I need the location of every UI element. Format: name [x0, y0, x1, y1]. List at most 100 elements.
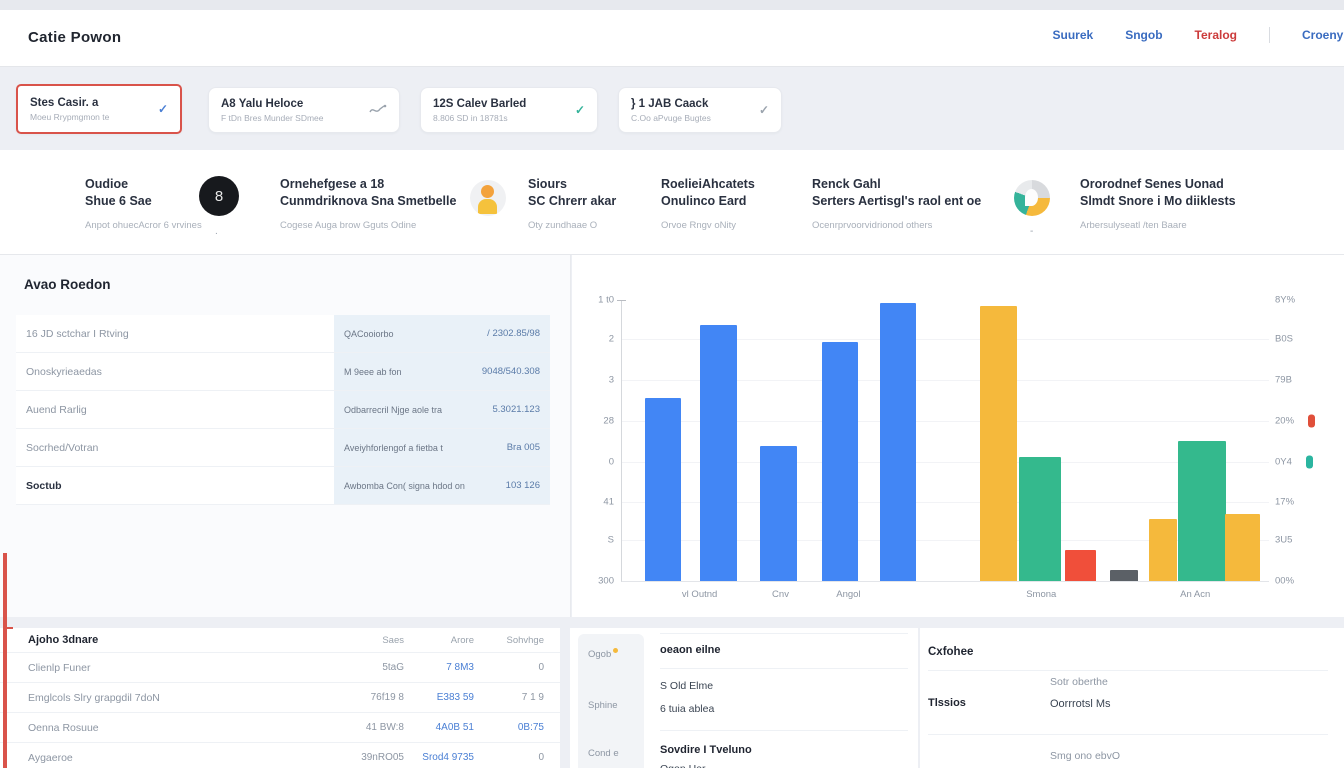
summary-row-value-cell: QACooiorbo/ 2302.85/98: [334, 315, 550, 352]
y-axis-right-text: 8Y%: [1275, 295, 1295, 306]
feature-item-1: OudioeShue 6 SaeAnpot ohuecAcror 6 vrvin…: [85, 176, 202, 231]
summary-row-value: / 2302.85/98: [487, 328, 540, 339]
summary-row-value-cell: Odbarrecril Njge aole tra 5.3021.123: [334, 391, 550, 428]
x-axis-label: An Acn: [1180, 589, 1210, 600]
stat-card-title: Stes Casir. a: [30, 97, 152, 109]
y-axis-right-label: 00%: [1275, 576, 1294, 587]
person-icon: [470, 180, 506, 216]
summary-row-label: Soctub: [26, 480, 62, 492]
table-title: Ajoho 3dnare: [16, 634, 334, 646]
y-axis-right-text: 00%: [1275, 576, 1294, 587]
content-item[interactable]: S Old Elme: [660, 680, 713, 692]
y-axis-right-label: 8Y%: [1275, 295, 1295, 306]
bar-chart-plot: 1 t08Y%2B0S379B2820%00Y44117%S3U530000%v…: [621, 300, 1269, 582]
feature-subtitle: Orvoe Rngv oNity: [661, 220, 755, 231]
table-cell-link[interactable]: 4A0B 51: [404, 722, 474, 733]
chart-bar-2: [700, 325, 737, 581]
chart-bar-7: [1019, 457, 1062, 581]
table-cell-link[interactable]: Srod4 9735: [404, 752, 474, 763]
stat-card-title: A8 Yalu Heloce: [221, 98, 363, 110]
axis-tick: [617, 300, 626, 301]
feature-title-line1: RoelieiAhcatets: [661, 176, 755, 193]
feature-title-line1: Ororodnef Senes Uonad: [1080, 176, 1236, 193]
y-axis-right-label: 3U5: [1275, 535, 1292, 546]
summary-row-2: OnoskyrieaedasM 9eee ab fon9048/540.308: [16, 353, 550, 391]
nav-link-croeny-cuo[interactable]: Croeny Cuo: [1302, 28, 1344, 42]
nav-link-suurek[interactable]: Suurek: [1053, 28, 1094, 42]
table-row: Emglcols Slry grapgdil 7doN76f19 8E383 5…: [0, 682, 560, 712]
squiggle-arrow-icon: [369, 104, 387, 116]
table-row-label: Aygaeroe: [16, 752, 334, 764]
y-axis-right-text: 3U5: [1275, 535, 1292, 546]
stat-card-text: A8 Yalu HeloceF tDn Bres Munder SDmee: [221, 98, 363, 123]
app-header: Catie Powon SuurekSngobTeralogCroeny Cuo: [0, 10, 1344, 67]
divider: [928, 734, 1328, 735]
stat-card-title: 12S Calev Barled: [433, 98, 569, 110]
table-column-header: Saes: [334, 635, 404, 646]
summary-row-value: 5.3021.123: [492, 404, 540, 415]
feature-title-line2: SC Chrerr akar: [528, 193, 616, 210]
features-row: OudioeShue 6 SaeAnpot ohuecAcror 6 vrvin…: [0, 150, 1344, 255]
summary-row-key: Awbomba Con( signa hdod on: [344, 481, 465, 491]
chart-bar-4: [822, 342, 858, 581]
stat-card-2[interactable]: A8 Yalu HeloceF tDn Bres Munder SDmee: [208, 87, 400, 133]
nav-link-sngob[interactable]: Sngob: [1125, 28, 1162, 42]
feature-item-3: Ornehefgese a 18Cunmdriknova Sna Smetbel…: [280, 176, 456, 231]
stat-card-3[interactable]: 12S Calev Barled8.806 SD in 18781s✓: [420, 87, 598, 133]
summary-row-value: 9048/540.308: [482, 366, 540, 377]
nav-link-teralog[interactable]: Teralog: [1195, 28, 1237, 42]
bottom-left-table: Ajoho 3dnare SaesAroreSohvhge Clienlp Fu…: [0, 628, 560, 768]
divider: [928, 670, 1328, 671]
y-axis-right-text: 0Y4: [1275, 456, 1292, 467]
feature-item-6: RoelieiAhcatetsOnulinco EardOrvoe Rngv o…: [661, 176, 755, 231]
summary-row-value: 103 126: [506, 480, 540, 491]
feature-item-5: SioursSC Chrerr akarOty zundhaae O: [528, 176, 616, 231]
content-item[interactable]: 6 tuia ablea: [660, 703, 714, 715]
y-axis-right-text: 20%: [1275, 415, 1294, 426]
chart-bar-1: [645, 398, 681, 581]
table-cell-link[interactable]: 7 8M3: [404, 662, 474, 673]
feature-item-7: Renck GahlSerters Aertisgl's raol ent oe…: [812, 176, 981, 231]
table-header: Ajoho 3dnare SaesAroreSohvhge: [0, 628, 560, 652]
pie-chart-icon: [1014, 180, 1050, 216]
chart-bar-9: [1110, 570, 1137, 581]
y-axis-left-label: S: [608, 535, 614, 546]
check-icon: ✓: [575, 103, 585, 117]
stat-card-subtitle: Moeu Rrypmgmon te: [30, 112, 152, 122]
panel-title: Avao Roedon: [24, 277, 111, 292]
summary-row-value-cell: Awbomba Con( signa hdod on 103 126: [334, 467, 550, 504]
rail-item-sphine[interactable]: Sphine: [588, 700, 618, 711]
divider: [660, 633, 908, 634]
y-axis-right-label: 20%: [1275, 414, 1315, 427]
red-annotation-line: [3, 553, 7, 768]
y-axis-right-label: 17%: [1275, 497, 1294, 508]
axis-marker-icon: [1308, 414, 1315, 427]
stat-card-1[interactable]: Stes Casir. aMoeu Rrypmgmon te✓: [16, 84, 182, 134]
y-axis-right-label: B0S: [1275, 333, 1293, 344]
rail-item-cond-e[interactable]: Cond e: [588, 748, 619, 759]
summary-row-label: Auend Rarlig: [26, 404, 87, 416]
y-axis-right-text: B0S: [1275, 333, 1293, 344]
summary-row-4: Socrhed/VotranAveiyhforlengof a fietba t…: [16, 429, 550, 467]
y-axis-right-label: 79B: [1275, 374, 1292, 385]
panel-heading: Cxfohee: [928, 646, 973, 658]
summary-row-key: Odbarrecril Njge aole tra: [344, 405, 442, 415]
content-footer: Ogon Her: [660, 763, 706, 768]
feature-title-line1: Ornehefgese a 18: [280, 176, 456, 193]
stat-card-4[interactable]: } 1 JAB CaackC.Oo aPvuge Bugtes✓: [618, 87, 782, 133]
content-subheading: Sovdire I Tveluno: [660, 744, 752, 756]
table-cell-link[interactable]: E383 59: [404, 692, 474, 703]
table-row-label: Oenna Rosuue: [16, 722, 334, 734]
feature-title-line2: Slmdt Snore i Mo diiklests: [1080, 193, 1236, 210]
rail-item-ogob[interactable]: Ogob: [588, 648, 618, 660]
summary-rows: 16 JD sctchar I RtvingQACooiorbo/ 2302.8…: [16, 315, 550, 505]
stat-card-text: } 1 JAB CaackC.Oo aPvuge Bugtes: [631, 98, 753, 123]
summary-row-label: Onoskyrieaedas: [26, 366, 102, 378]
table-cell: 5taG: [334, 662, 404, 673]
person-head: [481, 185, 494, 198]
table-cell-link[interactable]: 0B:75: [474, 722, 544, 733]
summary-row-key: Aveiyhforlengof a fietba t: [344, 443, 443, 453]
top-nav: Suurek Sngob Teralog Croeny Cuo: [1053, 27, 1344, 43]
table-row: Aygaeroe39nRO05Srod4 97350: [0, 742, 560, 768]
y-axis-left-label: 41: [603, 497, 614, 508]
